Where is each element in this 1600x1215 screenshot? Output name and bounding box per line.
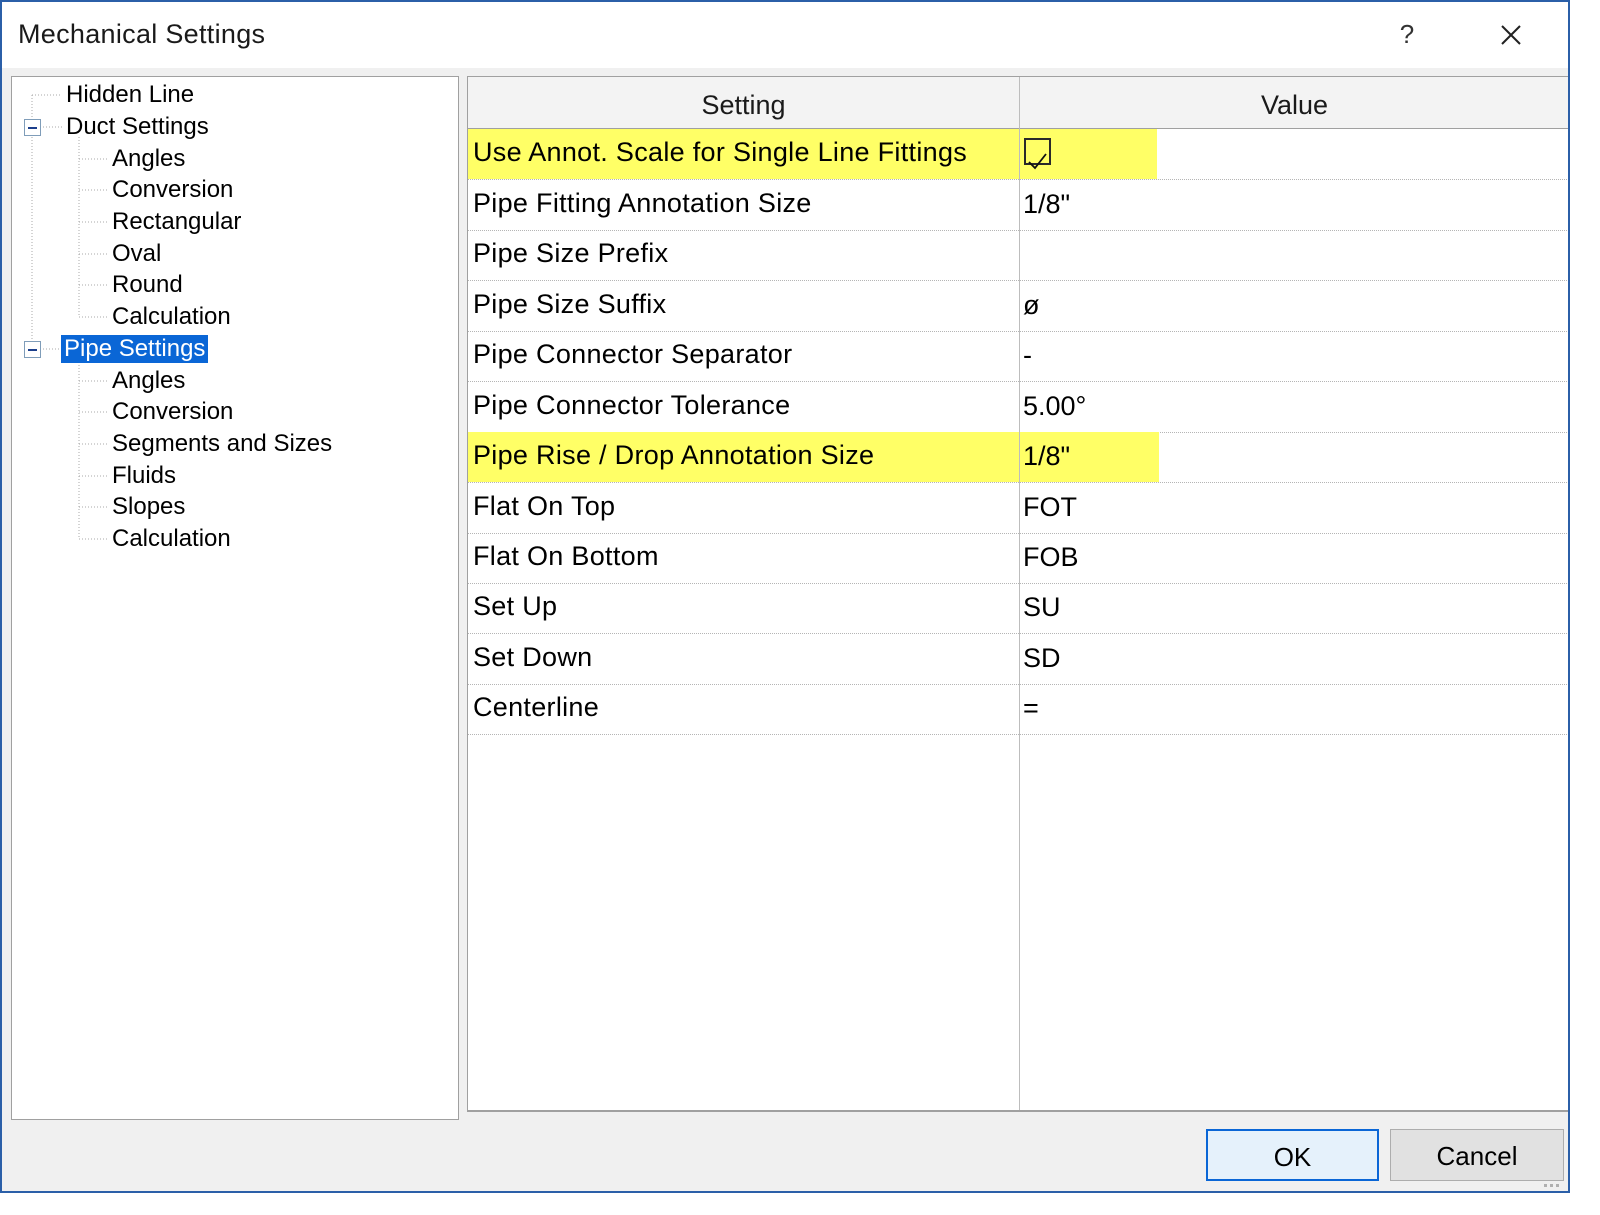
table-row[interactable]: Pipe Rise / Drop Annotation Size 1/8" (468, 432, 1568, 483)
setting-name: Pipe Size Prefix (473, 238, 669, 268)
setting-name: Pipe Size Suffix (473, 289, 667, 319)
setting-name: Pipe Rise / Drop Annotation Size (468, 432, 1019, 482)
setting-value[interactable]: SD (1020, 634, 1061, 684)
setting-value[interactable]: FOT (1020, 483, 1077, 533)
setting-name: Pipe Connector Separator (473, 339, 793, 369)
tree-item-pipe-calculation[interactable]: Calculation (109, 525, 234, 553)
table-row[interactable]: Flat On Bottom FOB (468, 533, 1568, 584)
table-row[interactable]: Pipe Size Prefix (468, 230, 1568, 281)
title-bar: Mechanical Settings ? (2, 2, 1568, 68)
setting-name: Use Annot. Scale for Single Line Fitting… (468, 129, 1019, 179)
setting-value[interactable]: 1/8" (1020, 180, 1070, 230)
setting-value[interactable]: - (1020, 331, 1032, 381)
table-row[interactable]: Flat On Top FOT (468, 483, 1568, 534)
tree-item-pipe-settings[interactable]: Pipe Settings (61, 335, 209, 363)
setting-value-cell[interactable] (1020, 129, 1157, 179)
pipe-settings-collapse-toggle[interactable] (24, 341, 41, 358)
tree-item-duct-calculation[interactable]: Calculation (109, 303, 234, 331)
checkmark-icon (1028, 153, 1047, 170)
tree-item-duct-conversion[interactable]: Conversion (109, 176, 236, 204)
column-header-setting[interactable]: Setting (468, 77, 1019, 128)
setting-value[interactable] (1020, 230, 1023, 280)
setting-value[interactable]: ø (1020, 281, 1040, 331)
close-icon (1501, 25, 1521, 45)
close-button[interactable] (1488, 14, 1532, 58)
grid-bottom-border (467, 1110, 1568, 1111)
setting-value[interactable]: SU (1020, 583, 1061, 633)
table-row[interactable]: Pipe Connector Tolerance 5.00° (468, 382, 1568, 433)
settings-tree: Hidden Line Duct Settings Angles Convers… (11, 76, 459, 1120)
column-header-value[interactable]: Value (1020, 77, 1568, 128)
setting-name: Set Down (473, 642, 593, 672)
tree-item-duct-rectangular[interactable]: Rectangular (109, 208, 244, 236)
tree-connector-lines (31, 94, 108, 540)
setting-value[interactable]: FOB (1020, 533, 1079, 583)
duct-settings-collapse-toggle[interactable] (24, 119, 41, 136)
tree-item-hidden-line[interactable]: Hidden Line (63, 81, 197, 109)
setting-name: Set Up (473, 591, 558, 621)
ok-button[interactable]: OK (1206, 1129, 1379, 1181)
tree-item-slopes[interactable]: Slopes (109, 493, 188, 521)
mechanical-settings-dialog: Mechanical Settings ? Hidden Line Duct S… (0, 0, 1570, 1193)
setting-value[interactable]: 5.00° (1020, 382, 1086, 432)
annot-scale-checkbox[interactable] (1024, 138, 1051, 170)
setting-name: Flat On Bottom (473, 541, 659, 571)
setting-name: Pipe Connector Tolerance (473, 390, 791, 420)
settings-grid: Setting Value Use Annot. Scale for Singl… (467, 76, 1568, 1112)
table-row[interactable]: Pipe Connector Separator - (468, 331, 1568, 382)
table-row[interactable]: Set Up SU (468, 583, 1568, 634)
setting-value[interactable]: 1/8" (1020, 432, 1159, 482)
tree-item-segments-and-sizes[interactable]: Segments and Sizes (109, 430, 335, 458)
table-row[interactable]: Pipe Fitting Annotation Size 1/8" (468, 180, 1568, 231)
tree-item-duct-round[interactable]: Round (109, 271, 186, 299)
table-row[interactable]: Set Down SD (468, 634, 1568, 685)
tree-item-fluids[interactable]: Fluids (109, 462, 179, 490)
tree-item-duct-angles[interactable]: Angles (109, 145, 188, 173)
setting-name: Pipe Fitting Annotation Size (473, 188, 812, 218)
setting-name: Flat On Top (473, 491, 616, 521)
tree-item-duct-settings[interactable]: Duct Settings (63, 113, 212, 141)
table-row[interactable]: Centerline = (468, 684, 1568, 735)
tree-item-pipe-angles[interactable]: Angles (109, 367, 188, 395)
window-title: Mechanical Settings (18, 19, 266, 49)
help-button[interactable]: ? (1387, 14, 1427, 54)
table-row[interactable]: Use Annot. Scale for Single Line Fitting… (468, 129, 1568, 180)
cancel-button[interactable]: Cancel (1390, 1129, 1564, 1181)
setting-name: Centerline (473, 692, 600, 722)
tree-item-duct-oval[interactable]: Oval (109, 240, 164, 268)
table-row[interactable]: Pipe Size Suffix ø (468, 281, 1568, 332)
tree-item-pipe-conversion[interactable]: Conversion (109, 398, 236, 426)
setting-value[interactable]: = (1020, 684, 1039, 734)
resize-grip-icon[interactable] (1542, 1178, 1562, 1188)
